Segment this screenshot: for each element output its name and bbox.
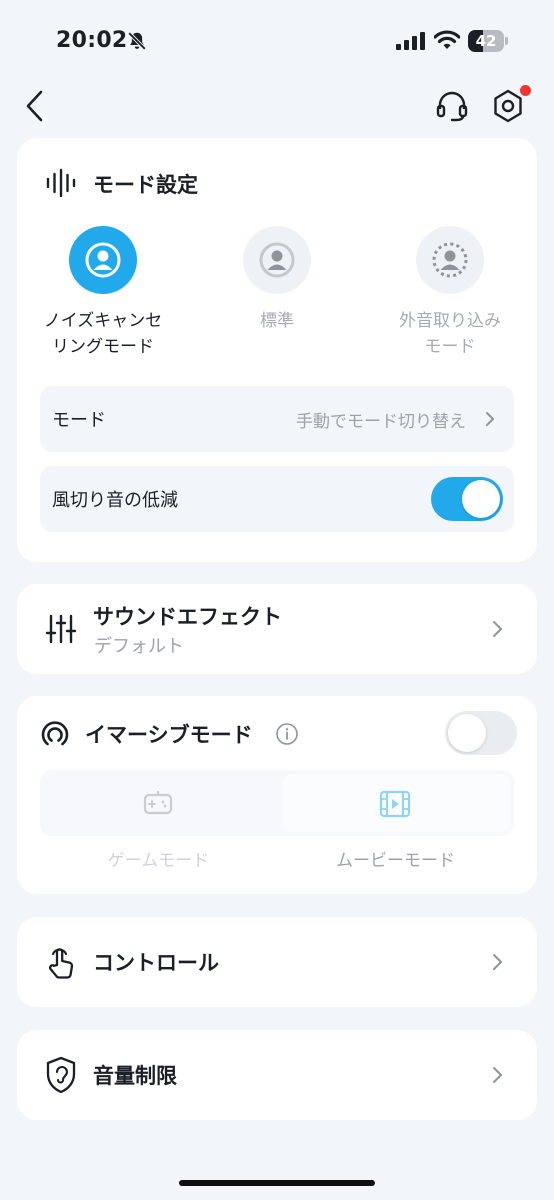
volume-limit-title: 音量制限 [93,1064,177,1088]
control-title: コントロール [93,951,219,975]
immersive-mode-card: イマーシブモード ゲームモード ムービーモード [17,696,537,894]
chevron-right-icon [486,412,494,426]
control-card[interactable]: コントロール [17,917,537,1007]
mode-settings-card: モード設定 ノイズキャンセ リングモード 標準 外音取り込み モード モード 手… [17,138,537,562]
battery-cap [505,37,508,45]
immersive-options-panel [40,770,514,836]
status-bar: 20:02 42 [0,0,554,84]
mode-select-row[interactable]: モード 手動でモード切り替え [40,386,514,452]
volume-limit-card[interactable]: 音量制限 [17,1030,537,1120]
info-icon[interactable] [275,722,299,746]
immersive-title: イマーシブモード [85,723,253,747]
sound-effect-value: デフォルト [94,636,184,657]
movie-mode-label: ムービーモード [336,851,455,871]
chevron-right-icon [493,621,502,637]
signal-icon [396,32,425,50]
immersive-toggle[interactable] [445,711,517,755]
wind-noise-row: 風切り音の低減 [40,466,514,532]
mode-row-label: モード [52,410,106,431]
person-ring-icon [85,242,121,278]
mode-circle [69,226,137,294]
mode-label-line: 標準 [260,311,294,331]
wind-noise-toggle[interactable] [431,477,503,521]
person-circle-icon [259,242,295,278]
battery-indicator: 42 [468,30,508,52]
notification-badge [520,85,531,96]
game-mode-label: ゲームモード [107,851,210,871]
wifi-icon [434,30,460,49]
mode-option-standard[interactable]: 標準 [202,226,352,366]
home-indicator [179,1180,375,1186]
sound-effect-card[interactable]: サウンドエフェクト デフォルト [17,584,537,674]
mode-circle [416,226,484,294]
mode-label-line: ノイズキャンセ [43,311,163,331]
person-dotted-icon [432,242,468,278]
mode-row-value: 手動でモード切り替え [296,412,466,432]
wind-row-label: 風切り音の低減 [52,490,178,511]
toggle-knob [448,714,486,752]
mode-option-ambient[interactable]: 外音取り込み モード [375,226,525,366]
mode-circle [243,226,311,294]
sound-effect-title: サウンドエフェクト [93,605,282,629]
mode-label: 標準 [202,308,352,334]
gamepad-icon[interactable] [143,790,173,816]
mode-label-line: 外音取り込み [399,311,501,331]
mode-label-line: モード [424,337,476,357]
back-icon[interactable] [20,86,50,126]
mode-label: ノイズキャンセ リングモード [28,308,178,360]
mode-label: 外音取り込み モード [375,308,525,360]
film-icon[interactable] [379,790,411,818]
immersive-ring-icon [41,721,69,746]
mode-label-line: リングモード [52,337,154,357]
touch-hand-icon [48,948,74,979]
chevron-right-icon [493,954,502,970]
mode-settings-title: モード設定 [93,173,198,197]
toggle-knob [462,480,500,518]
battery-body: 42 [468,30,504,52]
ear-shield-icon [46,1056,76,1094]
headset-icon[interactable] [434,88,470,124]
equalizer-icon [45,614,77,644]
bell-off-icon [127,31,147,51]
battery-level: 42 [475,32,497,50]
mode-option-noise-cancelling[interactable]: ノイズキャンセ リングモード [28,226,178,366]
chevron-right-icon [493,1067,502,1083]
status-time: 20:02 [56,28,128,53]
sound-wave-icon [46,168,76,198]
